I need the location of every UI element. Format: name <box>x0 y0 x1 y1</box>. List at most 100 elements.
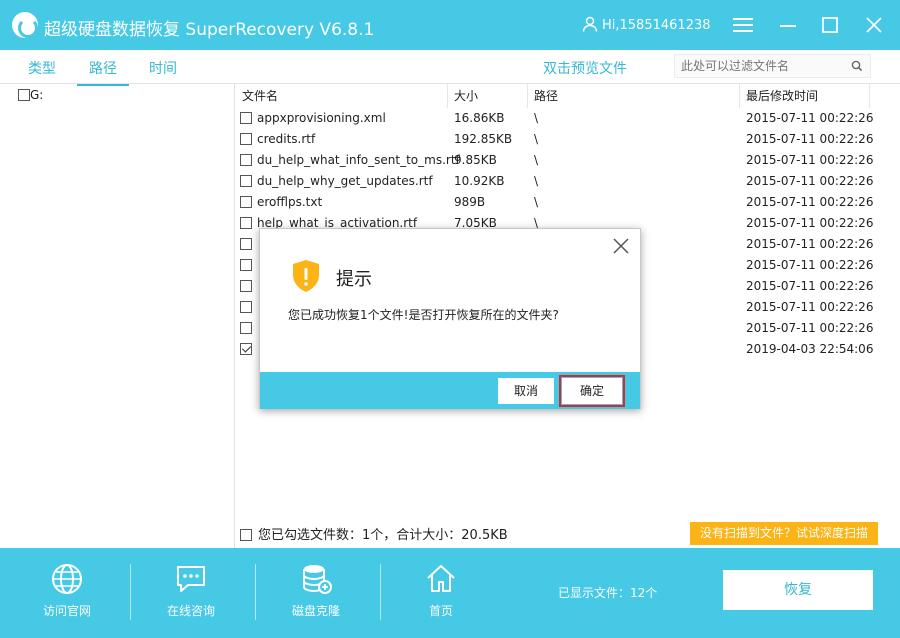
file-checkbox[interactable] <box>240 280 252 292</box>
chat-icon <box>177 566 205 592</box>
file-checkbox[interactable] <box>240 217 252 229</box>
file-modified: 2015-07-11 00:22:26 <box>746 300 874 314</box>
file-size: 989B <box>454 195 486 209</box>
close-icon <box>613 238 629 254</box>
file-path: \ <box>534 153 539 167</box>
file-checkbox[interactable] <box>240 154 252 166</box>
file-name: appxprovisioning.xml <box>257 111 386 125</box>
file-name: du_help_why_get_updates.rtf <box>257 174 433 188</box>
filter-box <box>674 54 871 78</box>
tree-item-drive[interactable]: G: <box>18 88 43 102</box>
column-header-name[interactable]: 文件名 <box>236 84 448 108</box>
user-icon <box>582 16 598 32</box>
table-row[interactable]: du_help_what_info_sent_to_ms.rtf 9.85KB \ 2… <box>236 150 900 171</box>
drive-checkbox[interactable] <box>18 89 30 101</box>
column-header-path[interactable]: 路径 <box>528 84 740 108</box>
close-icon <box>866 17 882 33</box>
close-button[interactable] <box>860 10 888 40</box>
title-bar: 超级硬盘数据恢复 SuperRecovery V6.8.1 Hi,1585146… <box>0 0 900 50</box>
file-modified: 2015-07-11 00:22:26 <box>746 174 874 188</box>
file-path: \ <box>534 195 539 209</box>
file-name-cell: credits.rtf <box>240 129 315 150</box>
user-id: Hi,15851461238 <box>602 18 711 33</box>
deep-scan-button[interactable]: 没有扫描到文件？试试深度扫描 <box>690 522 878 545</box>
tab-time[interactable]: 时间 <box>149 58 177 78</box>
file-name-cell: du_help_what_info_sent_to_ms.rtf <box>240 150 460 171</box>
file-modified: 2015-07-11 00:22:26 <box>746 258 874 272</box>
file-name: credits.rtf <box>257 132 316 146</box>
file-checkbox[interactable] <box>240 322 252 334</box>
table-row[interactable]: erofflps.txt 989B \ 2015-07-11 00:22:26 <box>236 192 900 213</box>
selection-status: 您已勾选文件数：1个，合计大小：20.5KB 没有扫描到文件？试试深度扫描 <box>236 518 900 548</box>
recover-button[interactable]: 恢复 <box>723 570 873 610</box>
menu-button[interactable] <box>729 10 757 40</box>
nav-website[interactable]: 访问官网 <box>27 562 107 619</box>
file-path: \ <box>534 111 539 125</box>
file-checkbox[interactable] <box>240 112 252 124</box>
divider <box>255 564 256 620</box>
app-logo-icon <box>12 12 38 38</box>
tab-type[interactable]: 类型 <box>28 58 56 78</box>
maximize-button[interactable] <box>816 10 844 40</box>
file-checkbox[interactable] <box>240 196 252 208</box>
confirm-button[interactable]: 确定 <box>559 375 625 407</box>
dialog-footer: 取消 确定 <box>260 372 640 409</box>
table-row[interactable]: du_help_why_get_updates.rtf 10.92KB \ 2015-… <box>236 171 900 192</box>
shown-file-count: 已显示文件：12个 <box>558 586 658 600</box>
table-row[interactable]: credits.rtf 192.85KB \ 2015-07-11 00:22:26 <box>236 129 900 150</box>
file-checkbox[interactable] <box>240 343 252 355</box>
select-all-checkbox[interactable] <box>240 529 252 541</box>
file-modified: 2015-07-11 00:22:26 <box>746 321 874 335</box>
table-row[interactable]: appxprovisioning.xml 16.86KB \ 2015-07-11 0… <box>236 108 900 129</box>
disk-clone-icon <box>303 565 332 594</box>
selection-summary: 您已勾选文件数：1个，合计大小：20.5KB <box>240 524 508 543</box>
nav-consult[interactable]: 在线咨询 <box>151 562 231 619</box>
file-name-cell <box>240 234 257 255</box>
file-modified: 2015-07-11 00:22:26 <box>746 279 874 293</box>
dialog-message: 您已成功恢复1个文件!是否打开恢复所在的文件夹? <box>288 308 559 322</box>
file-modified: 2015-07-11 00:22:26 <box>746 153 874 167</box>
file-path: \ <box>534 132 539 146</box>
minimize-button[interactable] <box>774 10 802 40</box>
cancel-button[interactable]: 取消 <box>498 378 554 404</box>
column-header-date[interactable]: 最后修改时间 <box>740 84 870 108</box>
filter-input[interactable] <box>675 55 845 77</box>
file-checkbox[interactable] <box>240 301 252 313</box>
nav-website-label: 访问官网 <box>42 604 91 618</box>
file-name-cell <box>240 297 257 318</box>
file-name: du_help_what_info_sent_to_ms.rtf <box>257 153 460 167</box>
dialog-close-button[interactable] <box>612 237 630 258</box>
divider <box>130 564 131 620</box>
minimize-icon <box>780 25 796 27</box>
file-name-cell <box>240 255 257 276</box>
file-size: 9.85KB <box>454 153 497 167</box>
file-name-cell: erofflps.txt <box>240 192 322 213</box>
nav-home-label: 首页 <box>428 604 453 618</box>
globe-icon <box>52 564 82 594</box>
file-name: erofflps.txt <box>257 195 323 209</box>
file-checkbox[interactable] <box>240 238 252 250</box>
file-name-cell <box>240 276 257 297</box>
file-modified: 2015-07-11 00:22:26 <box>746 132 874 146</box>
user-account[interactable]: Hi,15851461238 <box>582 16 711 33</box>
bottom-bar: 访问官网 在线咨询 磁盘克隆 首页 已显示文件：12个 恢复 <box>0 548 900 638</box>
dialog-title: 提示 <box>336 269 372 290</box>
file-checkbox[interactable] <box>240 175 252 187</box>
file-name-cell: du_help_why_get_updates.rtf <box>240 171 433 192</box>
tab-path[interactable]: 路径 <box>77 58 129 86</box>
nav-clone[interactable]: 磁盘克隆 <box>276 562 356 619</box>
file-checkbox[interactable] <box>240 133 252 145</box>
file-modified: 2015-07-11 00:22:26 <box>746 237 874 251</box>
file-modified: 2015-07-11 00:22:26 <box>746 216 874 230</box>
column-header-size[interactable]: 大小 <box>448 84 528 108</box>
nav-home[interactable]: 首页 <box>401 562 481 619</box>
home-icon <box>427 565 455 592</box>
file-name-cell: appxprovisioning.xml <box>240 108 386 129</box>
file-checkbox[interactable] <box>240 259 252 271</box>
file-name-cell <box>240 318 257 339</box>
nav-consult-label: 在线咨询 <box>166 604 215 618</box>
preview-hint: 双击预览文件 <box>543 61 627 77</box>
file-path: \ <box>534 174 539 188</box>
drive-label: G: <box>30 88 44 102</box>
search-icon[interactable] <box>851 60 863 72</box>
